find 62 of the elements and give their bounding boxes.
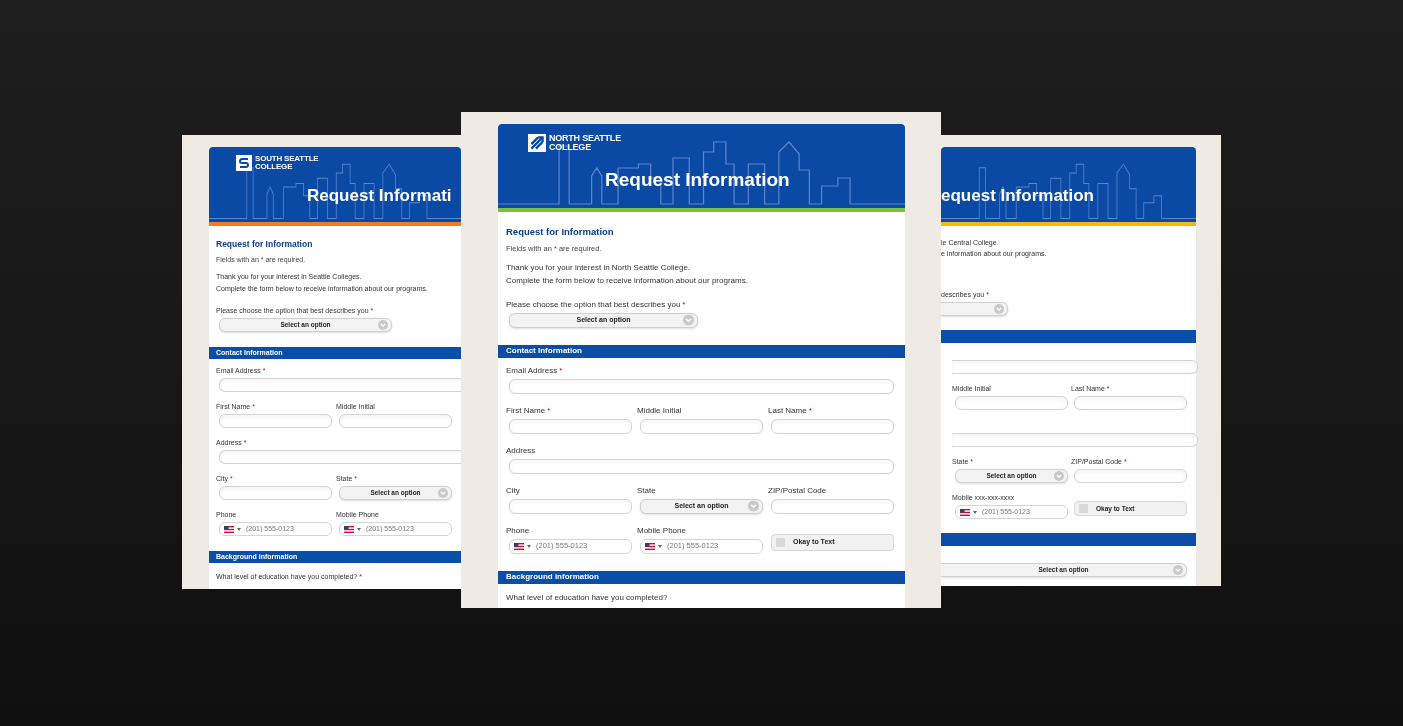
field-label: City: [506, 485, 520, 496]
chevron-down-icon: [438, 488, 448, 499]
chevron-down-icon: [994, 304, 1004, 314]
field-label: ZIP/Postal Code: [768, 485, 827, 496]
page-title: equest Information: [941, 187, 1094, 204]
input-field[interactable]: [771, 498, 894, 514]
input-field[interactable]: [640, 418, 763, 434]
input-field[interactable]: [219, 378, 461, 393]
field-label: What level of education have you completed?: [506, 592, 669, 603]
chevron-down-icon: [1054, 471, 1064, 481]
input-field[interactable]: [952, 433, 1198, 447]
chevron-down-icon: [683, 314, 694, 326]
page-title: Request Informati: [307, 187, 452, 204]
chevron-down-icon: [748, 500, 759, 512]
input-field[interactable]: [509, 458, 894, 474]
field-label: Mobile Phone: [637, 525, 686, 536]
page-title: Request Information: [605, 170, 790, 189]
input-field[interactable]: [339, 414, 452, 429]
flag-icon: [645, 542, 655, 550]
input-field[interactable]: [219, 486, 332, 501]
input-field[interactable]: [509, 418, 632, 434]
section-header: Background information: [498, 570, 905, 584]
section-header: Contact Information: [498, 344, 905, 358]
input-field[interactable]: [509, 378, 894, 394]
input-field[interactable]: [219, 450, 461, 465]
field-label: Phone: [506, 525, 530, 536]
field-label: Last Name *: [768, 405, 812, 416]
input-field[interactable]: [952, 360, 1198, 374]
flag-icon: [514, 542, 524, 550]
field-label: Email Address *: [506, 365, 563, 376]
flag-icon: [344, 525, 354, 533]
caret-icon: [973, 510, 977, 514]
input-field[interactable]: [771, 418, 894, 434]
field-label: State: [637, 485, 656, 496]
logo-icon: [236, 155, 252, 171]
field-label: Please choose the option that best describes you *: [506, 299, 687, 310]
form-heading: Request for Information: [506, 225, 615, 239]
checkbox[interactable]: [776, 537, 785, 547]
logo-text: NORTH SEATTLE COLLEGE: [549, 134, 621, 152]
logo-text: SOUTH SEATTLE COLLEGE: [255, 155, 319, 171]
input-field[interactable]: [1074, 469, 1187, 483]
form-heading: Request for Information: [216, 238, 314, 251]
input-field[interactable]: [1074, 396, 1187, 410]
caret-icon: [527, 544, 531, 548]
input-field[interactable]: [219, 414, 332, 429]
flag-icon: [960, 508, 970, 516]
select-dropdown[interactable]: [941, 302, 1008, 316]
field-label: First Name *: [506, 405, 551, 416]
intro-text: Thank you for your interest in North Seattle College.: [506, 261, 692, 274]
chevron-down-icon: [378, 320, 388, 331]
logo-icon: [528, 134, 546, 152]
flag-icon: [224, 525, 234, 533]
checkbox[interactable]: [1079, 504, 1088, 513]
caret-icon: [658, 544, 662, 548]
caret-icon: [237, 527, 241, 531]
chevron-down-icon: [1173, 565, 1183, 575]
caret-icon: [357, 527, 361, 531]
input-field[interactable]: [509, 498, 632, 514]
field-label: Middle Initial: [637, 405, 682, 416]
input-field[interactable]: [955, 396, 1068, 410]
field-label: Address: [506, 445, 536, 456]
intro-text: Complete the form below to receive information about our programs.: [506, 274, 749, 287]
